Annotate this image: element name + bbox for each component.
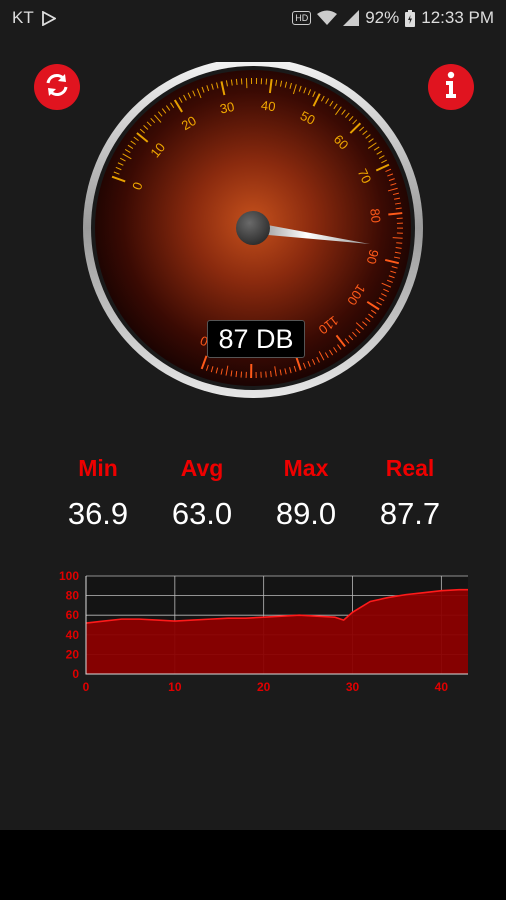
- gauge-scale-label: 80: [367, 208, 383, 224]
- chart-x-tick-label: 20: [257, 680, 271, 694]
- gauge-tick: [235, 78, 238, 85]
- refresh-button[interactable]: [34, 64, 80, 110]
- chart-x-tick-label: 40: [435, 680, 449, 694]
- avg-label: Avg: [180, 455, 224, 481]
- real-value: 87.7: [379, 496, 441, 531]
- real-label: Real: [385, 455, 435, 481]
- chart-x-tick-label: 10: [168, 680, 182, 694]
- db-readout: 87 DB: [207, 320, 305, 358]
- gauge-tick: [265, 78, 268, 85]
- gauge-tick: [265, 371, 267, 378]
- min-label: Min: [78, 455, 118, 481]
- system-nav-bar: [0, 830, 506, 900]
- sound-history-chart: 0 20 40 60 80 100 0 10 20 30 40: [59, 569, 468, 694]
- avg-value: 63.0: [171, 496, 233, 531]
- gauge-scale-label: 40: [260, 98, 276, 115]
- status-bar: KT HD 92% 12:33 PM: [0, 0, 506, 36]
- wifi-icon: [317, 10, 338, 26]
- min-value: 36.9: [67, 496, 129, 531]
- gauge-tick: [392, 237, 403, 239]
- battery-percent: 92%: [365, 8, 400, 27]
- refresh-icon: [43, 71, 71, 104]
- chart-y-tick-label: 60: [66, 608, 80, 622]
- gauge-scale-label: 30: [218, 99, 235, 117]
- carrier-label: KT: [12, 8, 34, 27]
- chart-y-tick-label: 20: [66, 647, 80, 661]
- battery-icon: [405, 9, 416, 27]
- chart-y-tick-label: 40: [66, 628, 80, 642]
- info-button[interactable]: [428, 64, 474, 110]
- chart-y-tick-label: 80: [66, 589, 80, 603]
- info-icon: [444, 71, 458, 104]
- chart-y-tick-label: 0: [72, 667, 79, 681]
- gauge-tick: [388, 212, 403, 216]
- chart-x-tick-label: 30: [346, 680, 360, 694]
- app-screen: KT HD 92% 12:33 PM 0 10 20 30 40 50 60 7…: [0, 0, 506, 830]
- sound-level-gauge: 0102030405060708090100110120130140: [83, 62, 423, 398]
- play-store-icon: [41, 10, 56, 26]
- max-value: 89.0: [275, 496, 337, 531]
- signal-icon: [343, 10, 360, 26]
- clock: 12:33 PM: [421, 8, 494, 27]
- gauge-tick: [396, 242, 403, 244]
- gauge-hub: [236, 211, 270, 245]
- chart-y-tick-label: 100: [59, 569, 79, 583]
- hd-icon: HD: [292, 11, 312, 25]
- max-label: Max: [283, 455, 329, 481]
- gauge-tick: [235, 371, 238, 378]
- chart-x-tick-label: 0: [83, 680, 90, 694]
